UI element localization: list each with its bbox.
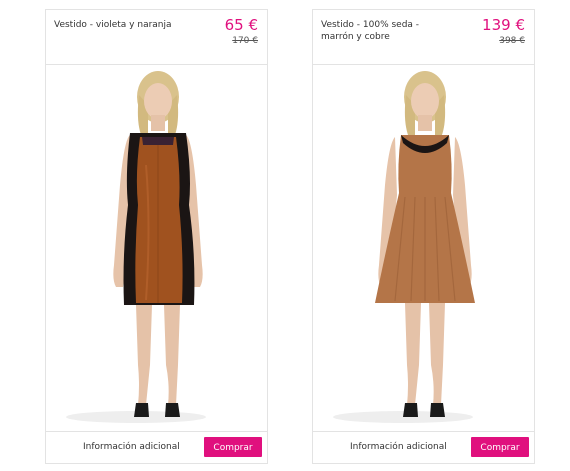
model-in-dress-image [333,71,475,423]
product-footer: Información adicional Comprar [46,431,267,463]
product-card: Vestido - violeta y naranja 65 € 170 € I… [45,9,268,464]
product-old-price: 170 € [232,36,258,46]
product-header: Vestido - violeta y naranja 65 € 170 € [46,10,267,65]
product-image[interactable] [46,65,267,433]
model-in-dress-image [66,71,206,423]
buy-button[interactable]: Comprar [204,437,262,457]
product-header: Vestido - 100% seda - marrón y cobre 139… [313,10,534,65]
product-footer: Información adicional Comprar [313,431,534,463]
product-name[interactable]: Vestido - violeta y naranja [54,19,184,31]
product-grid: Vestido - violeta y naranja 65 € 170 € I… [0,0,570,471]
buy-button[interactable]: Comprar [471,437,529,457]
product-old-price: 398 € [499,36,525,46]
product-image[interactable] [313,65,534,433]
additional-info-link[interactable]: Información adicional [350,442,447,452]
product-price: 65 € [224,16,258,34]
product-name[interactable]: Vestido - 100% seda - marrón y cobre [321,19,451,43]
product-price: 139 € [482,16,525,34]
product-card: Vestido - 100% seda - marrón y cobre 139… [312,9,535,464]
additional-info-link[interactable]: Información adicional [83,442,180,452]
